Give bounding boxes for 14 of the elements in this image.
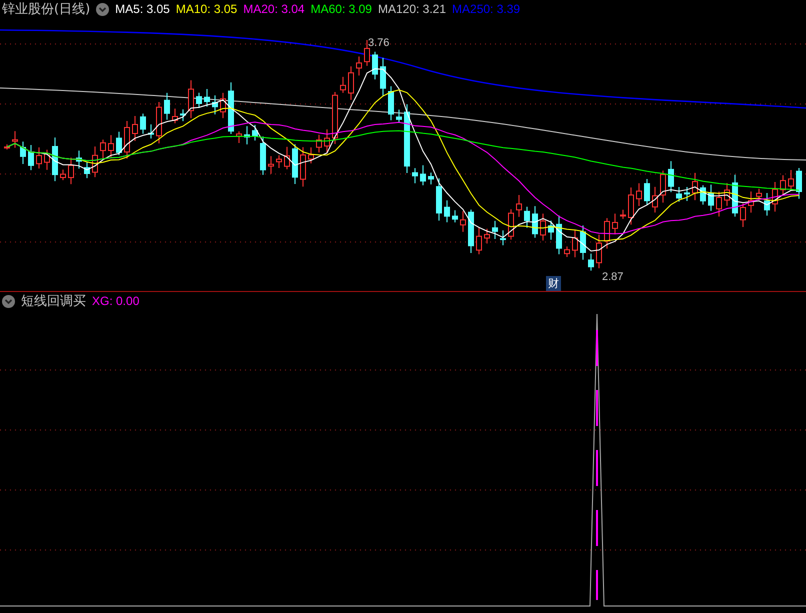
low-price-label: 2.87 xyxy=(602,271,624,283)
stock-title: 锌业股份(日线) xyxy=(2,1,90,18)
moving-average-label: MA120: 3.21 xyxy=(378,2,446,16)
high-price-label: 3.76 xyxy=(368,37,390,49)
finance-marker[interactable]: 财 xyxy=(546,276,561,291)
moving-average-label: MA10: 3.05 xyxy=(176,2,238,16)
chevron-down-icon[interactable] xyxy=(2,294,15,308)
chevron-down-icon[interactable] xyxy=(96,2,110,16)
indicator-reading: XG: 0.00 xyxy=(92,294,140,308)
moving-average-label: MA5: 3.05 xyxy=(115,2,170,16)
indicator-title: 短线回调买 xyxy=(21,293,86,310)
moving-average-label: MA250: 3.39 xyxy=(452,2,520,16)
moving-average-label: MA20: 3.04 xyxy=(243,2,305,16)
moving-average-label: MA60: 3.09 xyxy=(310,2,372,16)
